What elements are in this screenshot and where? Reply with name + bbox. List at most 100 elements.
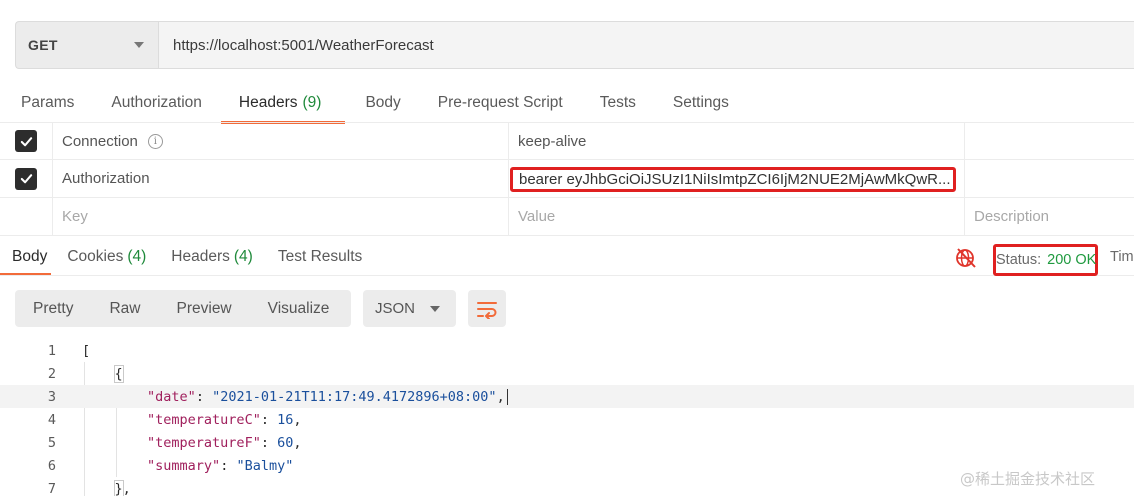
tab-label: Test Results — [277, 248, 363, 265]
response-tab-cookies[interactable]: Cookies (4) — [67, 240, 146, 276]
method-value: GET — [28, 37, 58, 53]
code-line: 4 "temperatureC": 16, — [0, 408, 1134, 431]
code-token: "temperatureF" — [147, 434, 261, 451]
code-token: : — [260, 411, 278, 428]
code-line: 2 { — [0, 362, 1134, 385]
code-text: "temperatureF": 60, — [82, 434, 302, 451]
line-number: 3 — [47, 388, 56, 405]
tab-count: (4) — [127, 248, 147, 265]
method-select[interactable]: GET — [16, 22, 159, 68]
tab-label: Cookies — [67, 248, 124, 265]
header-key-text: Authorization — [62, 170, 150, 187]
header-key-text: Connection — [62, 132, 138, 150]
view-pretty-button[interactable]: Pretty — [15, 290, 91, 327]
code-text: "summary": "Balmy" — [82, 458, 293, 474]
tab-label: Tests — [599, 94, 636, 111]
headers-table: Connection i keep-alive Authorization be… — [0, 122, 1134, 236]
chevron-down-icon — [430, 306, 440, 312]
tab-pre-request-script[interactable]: Pre-request Script — [438, 88, 563, 124]
description-input[interactable]: Description — [974, 198, 1049, 235]
header-key[interactable]: Authorization — [62, 160, 150, 197]
response-tab-body[interactable]: Body — [0, 240, 52, 276]
info-icon[interactable]: i — [147, 133, 163, 149]
table-row: Authorization bearer eyJhbGciOiJSUzI1NiI… — [0, 160, 1134, 198]
code-token: , — [293, 434, 302, 451]
code-line: 3 "date": "2021-01-21T11:17:49.4172896+0… — [0, 385, 1134, 408]
authorization-token-value[interactable]: bearer eyJhbGciOiJSUzI1NiIsImtpZCI6IjM2N… — [510, 167, 956, 192]
column-divider — [964, 160, 965, 197]
code-token: } — [113, 479, 124, 496]
code-token: , — [496, 388, 505, 405]
view-raw-button[interactable]: Raw — [91, 290, 158, 327]
tab-tests[interactable]: Tests — [600, 88, 636, 124]
code-token: { — [113, 364, 124, 383]
format-select[interactable]: JSON — [363, 290, 456, 327]
time-label[interactable]: Tim — [1110, 249, 1134, 265]
chevron-down-icon — [134, 42, 144, 48]
checkbox[interactable] — [15, 130, 37, 152]
row-checkbox-cell — [0, 160, 53, 197]
globe-disabled-icon[interactable] — [955, 247, 977, 269]
tab-settings[interactable]: Settings — [673, 88, 729, 124]
response-tab-headers[interactable]: Headers (4) — [171, 240, 253, 276]
tab-label: Pre-request Script — [437, 94, 563, 111]
code-token: "temperatureC" — [147, 411, 261, 428]
code-token: , — [122, 480, 131, 496]
code-line: 1[ — [0, 339, 1134, 362]
view-visualize-button[interactable]: Visualize — [250, 290, 348, 327]
code-token: : — [220, 457, 237, 474]
tab-count: (4) — [233, 248, 253, 265]
tab-label: Params — [21, 94, 75, 111]
response-tab-test-results[interactable]: Test Results — [278, 240, 362, 276]
status-value[interactable]: 200 OK — [1047, 252, 1096, 268]
code-text: "temperatureC": 16, — [82, 411, 301, 428]
wrap-lines-button[interactable] — [468, 290, 506, 327]
code-token: 60 — [277, 434, 294, 451]
key-input[interactable]: Key — [62, 198, 88, 235]
checkbox[interactable] — [15, 167, 37, 190]
code-text: [ — [82, 343, 90, 359]
code-token: "summary" — [147, 457, 221, 474]
view-mode-toolbar: Pretty Raw Preview Visualize — [15, 290, 351, 327]
code-token: "date" — [147, 388, 196, 405]
header-key[interactable]: Connection i — [62, 123, 163, 159]
tab-count: (9) — [302, 94, 322, 111]
status-label: Status: — [996, 252, 1042, 268]
status-badge: Status: 200 OK — [993, 244, 1098, 276]
column-divider — [964, 198, 965, 235]
checkmark-icon — [20, 174, 32, 184]
tab-label: Authorization — [111, 94, 202, 111]
wrap-icon — [477, 301, 497, 319]
code-token: [ — [82, 342, 91, 359]
tab-authorization[interactable]: Authorization — [111, 88, 201, 124]
table-row: Connection i keep-alive — [0, 122, 1134, 160]
tab-body[interactable]: Body — [365, 88, 400, 124]
format-value: JSON — [375, 300, 416, 317]
column-divider — [508, 198, 509, 235]
code-token: 16 — [277, 411, 294, 428]
line-number: 2 — [47, 365, 56, 382]
code-token: "Balmy" — [236, 457, 294, 474]
tab-params[interactable]: Params — [21, 88, 74, 124]
column-divider — [964, 123, 965, 159]
url-input[interactable]: https://localhost:5001/WeatherForecast — [159, 22, 1134, 68]
row-checkbox-cell — [0, 123, 53, 159]
tab-headers[interactable]: Headers (9) — [220, 88, 345, 124]
header-value[interactable]: keep-alive — [518, 123, 586, 159]
code-text: { — [82, 364, 124, 383]
text-cursor — [506, 388, 508, 405]
divider — [0, 275, 1134, 276]
column-divider — [508, 160, 509, 197]
view-preview-button[interactable]: Preview — [159, 290, 250, 327]
row-checkbox-cell — [0, 198, 53, 235]
value-input[interactable]: Value — [518, 198, 555, 235]
tab-label: Settings — [672, 94, 729, 111]
request-bar: GET https://localhost:5001/WeatherForeca… — [15, 21, 1134, 69]
code-line: 5 "temperatureF": 60, — [0, 431, 1134, 454]
